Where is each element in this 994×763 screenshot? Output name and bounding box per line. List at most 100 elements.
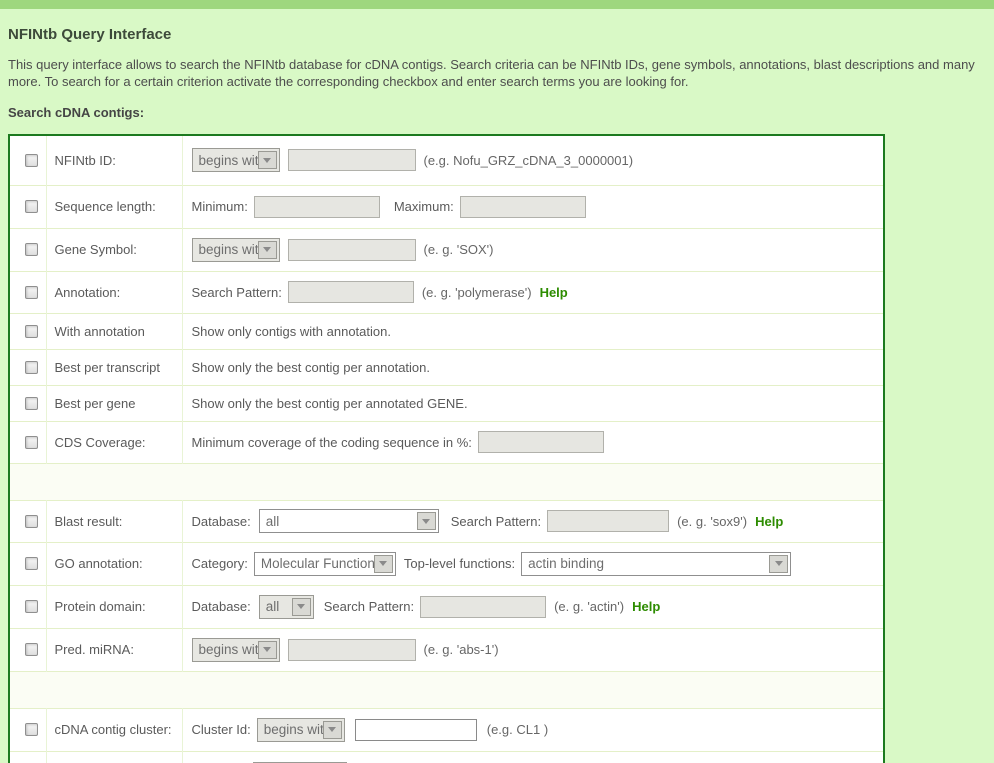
cds-coverage-input[interactable] bbox=[478, 431, 604, 453]
go-toplevel-label: Top-level functions: bbox=[404, 556, 515, 571]
gene-symbol-example: (e. g. 'SOX') bbox=[424, 242, 494, 257]
protein-pattern-input[interactable] bbox=[420, 596, 546, 618]
best-per-gene-text: Show only the best contig per annotated … bbox=[192, 396, 468, 411]
row-best-per-transcript: Best per transcript Show only the best c… bbox=[9, 349, 884, 385]
gene-symbol-match-select[interactable]: begins with bbox=[192, 238, 280, 262]
protein-pattern-label: Search Pattern: bbox=[324, 599, 414, 614]
protein-domain-label: Protein domain: bbox=[55, 599, 146, 614]
chevron-down-icon[interactable] bbox=[769, 555, 788, 573]
row-annotation: Annotation: Search Pattern: (e. g. 'poly… bbox=[9, 271, 884, 313]
chevron-down-icon[interactable] bbox=[374, 555, 393, 573]
with-annotation-label: With annotation bbox=[55, 324, 145, 339]
pred-mirna-input[interactable] bbox=[288, 639, 416, 661]
with-annotation-checkbox[interactable] bbox=[25, 325, 38, 338]
chevron-down-icon[interactable] bbox=[258, 241, 277, 259]
protein-database-label: Database: bbox=[192, 599, 251, 614]
go-toplevel-select[interactable]: actin binding bbox=[521, 552, 791, 576]
content-area: NFINtb Query Interface This query interf… bbox=[0, 26, 994, 763]
chevron-down-icon[interactable] bbox=[292, 598, 311, 616]
page: NFINtb Query Interface This query interf… bbox=[0, 0, 994, 763]
cluster-id-input[interactable] bbox=[355, 719, 477, 741]
row-protein-domain: Protein domain: Database: all Search Pat… bbox=[9, 585, 884, 628]
blast-database-select[interactable]: all bbox=[259, 509, 439, 533]
blast-pattern-label: Search Pattern: bbox=[451, 514, 541, 529]
gene-symbol-input[interactable] bbox=[288, 239, 416, 261]
top-green-bar bbox=[0, 0, 994, 9]
annotation-checkbox[interactable] bbox=[25, 286, 38, 299]
cds-coverage-text: Minimum coverage of the coding sequence … bbox=[192, 435, 472, 450]
go-toplevel-select-value: actin binding bbox=[522, 556, 769, 571]
maximum-label: Maximum: bbox=[394, 199, 454, 214]
go-category-label: Category: bbox=[192, 556, 248, 571]
gene-symbol-label: Gene Symbol: bbox=[55, 242, 137, 257]
row-partial-clipped bbox=[9, 751, 884, 763]
chevron-down-icon[interactable] bbox=[258, 151, 277, 169]
sequence-length-label: Sequence length: bbox=[55, 199, 156, 214]
row-go-annotation: GO annotation: Category: Molecular Funct… bbox=[9, 542, 884, 585]
pred-mirna-checkbox[interactable] bbox=[25, 643, 38, 656]
cdna-cluster-checkbox[interactable] bbox=[25, 723, 38, 736]
nfintb-id-label: NFINtb ID: bbox=[55, 153, 116, 168]
section-label: Search cDNA contigs: bbox=[8, 105, 986, 120]
row-with-annotation: With annotation Show only contigs with a… bbox=[9, 313, 884, 349]
cds-coverage-checkbox[interactable] bbox=[25, 436, 38, 449]
annotation-help-link[interactable]: Help bbox=[540, 285, 568, 300]
blast-help-link[interactable]: Help bbox=[755, 514, 783, 529]
row-blast-result: Blast result: Database: all Search Patte… bbox=[9, 500, 884, 542]
chevron-down-icon[interactable] bbox=[417, 512, 436, 530]
best-per-gene-checkbox[interactable] bbox=[25, 397, 38, 410]
row-gene-symbol: Gene Symbol: begins with (e. g. 'SOX') bbox=[9, 228, 884, 271]
pred-mirna-label: Pred. miRNA: bbox=[55, 642, 134, 657]
blast-database-label: Database: bbox=[192, 514, 251, 529]
protein-database-select[interactable]: all bbox=[259, 595, 314, 619]
blast-result-checkbox[interactable] bbox=[25, 515, 38, 528]
spacer-row bbox=[9, 671, 884, 708]
go-annotation-checkbox[interactable] bbox=[25, 557, 38, 570]
pred-mirna-example: (e. g. 'abs-1') bbox=[424, 642, 499, 657]
annotation-pattern-input[interactable] bbox=[288, 281, 414, 303]
nfintb-id-example: (e.g. Nofu_GRZ_cDNA_3_0000001) bbox=[424, 153, 634, 168]
intro-description: This query interface allows to search th… bbox=[8, 56, 986, 90]
annotation-example: (e. g. 'polymerase') bbox=[422, 285, 532, 300]
row-nfintb-id: NFINtb ID: begins with (e.g. Nofu_GRZ_cD… bbox=[9, 135, 884, 185]
chevron-down-icon[interactable] bbox=[258, 641, 277, 659]
row-cds-coverage: CDS Coverage: Minimum coverage of the co… bbox=[9, 421, 884, 463]
minimum-label: Minimum: bbox=[192, 199, 248, 214]
with-annotation-text: Show only contigs with annotation. bbox=[192, 324, 391, 339]
go-annotation-label: GO annotation: bbox=[55, 556, 143, 571]
blast-pattern-input[interactable] bbox=[547, 510, 669, 532]
protein-help-link[interactable]: Help bbox=[632, 599, 660, 614]
cds-coverage-label: CDS Coverage: bbox=[55, 435, 146, 450]
protein-database-select-value: all bbox=[260, 599, 292, 614]
cluster-id-label: Cluster Id: bbox=[192, 722, 251, 737]
annotation-pattern-label: Search Pattern: bbox=[192, 285, 282, 300]
best-per-transcript-text: Show only the best contig per annotation… bbox=[192, 360, 431, 375]
gene-symbol-checkbox[interactable] bbox=[25, 243, 38, 256]
best-per-transcript-checkbox[interactable] bbox=[25, 361, 38, 374]
row-pred-mirna: Pred. miRNA: begins with (e. g. 'abs-1') bbox=[9, 628, 884, 671]
nfintb-id-match-select[interactable]: begins with bbox=[192, 148, 280, 172]
nfintb-id-checkbox[interactable] bbox=[25, 154, 38, 167]
spacer-row bbox=[9, 463, 884, 500]
go-category-select-value: Molecular Function bbox=[255, 556, 374, 571]
cluster-match-select[interactable]: begins with bbox=[257, 718, 345, 742]
cluster-match-select-value: begins with bbox=[258, 722, 323, 737]
blast-example: (e. g. 'sox9') bbox=[677, 514, 747, 529]
pred-mirna-match-select[interactable]: begins with bbox=[192, 638, 280, 662]
pred-mirna-match-select-value: begins with bbox=[193, 642, 258, 657]
page-title: NFINtb Query Interface bbox=[8, 26, 986, 43]
go-category-select[interactable]: Molecular Function bbox=[254, 552, 396, 576]
cluster-example: (e.g. CL1 ) bbox=[487, 722, 548, 737]
nfintb-id-match-select-value: begins with bbox=[193, 153, 258, 168]
query-form-table: NFINtb ID: begins with (e.g. Nofu_GRZ_cD… bbox=[8, 134, 885, 763]
maximum-length-input[interactable] bbox=[460, 196, 586, 218]
minimum-length-input[interactable] bbox=[254, 196, 380, 218]
annotation-label: Annotation: bbox=[55, 285, 121, 300]
nfintb-id-input[interactable] bbox=[288, 149, 416, 171]
cdna-cluster-label: cDNA contig cluster: bbox=[55, 722, 172, 737]
sequence-length-checkbox[interactable] bbox=[25, 200, 38, 213]
protein-example: (e. g. 'actin') bbox=[554, 599, 624, 614]
row-cdna-contig-cluster: cDNA contig cluster: Cluster Id: begins … bbox=[9, 708, 884, 751]
chevron-down-icon[interactable] bbox=[323, 721, 342, 739]
protein-domain-checkbox[interactable] bbox=[25, 600, 38, 613]
